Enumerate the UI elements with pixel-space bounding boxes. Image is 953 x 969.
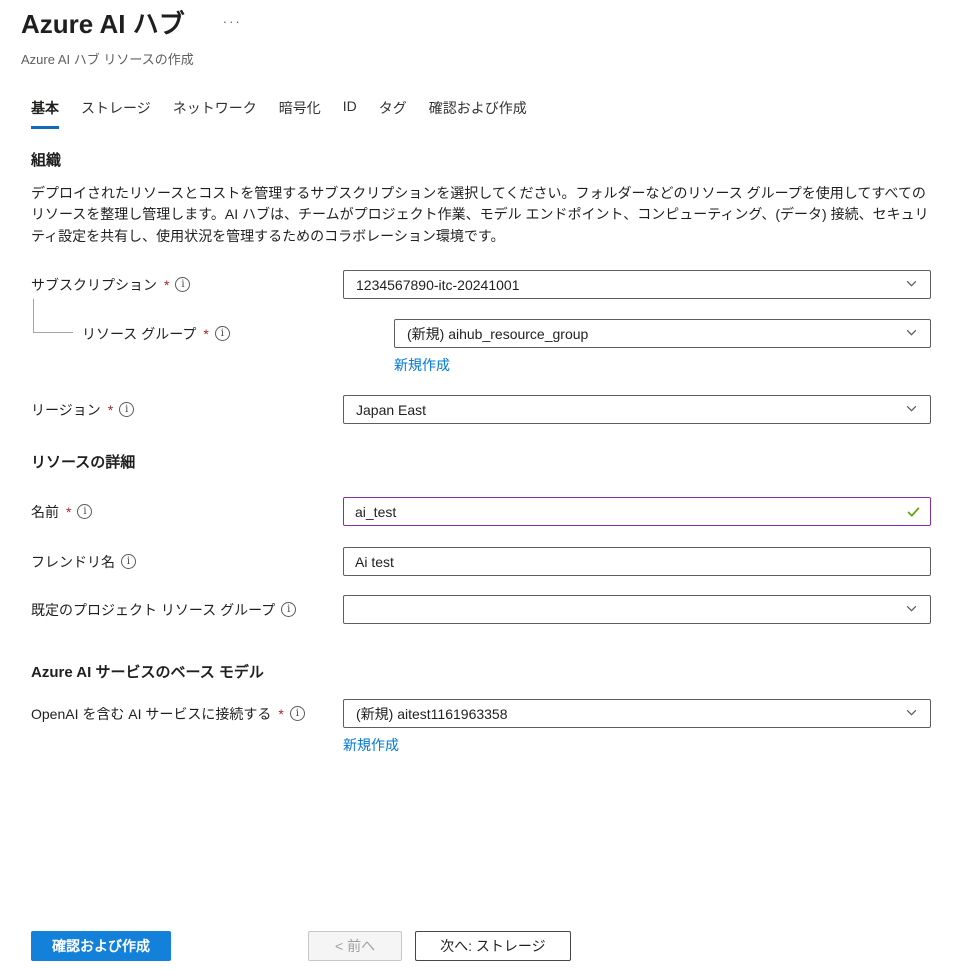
field-row-name: 名前*: [31, 497, 931, 526]
ai-services-value: (新規) aitest1161963358: [356, 704, 508, 724]
field-row-friendly-name: フレンドリ名: [31, 547, 931, 576]
required-mark: *: [108, 402, 113, 418]
subscription-value: 1234567890-itc-20241001: [356, 277, 519, 293]
info-icon[interactable]: [77, 504, 92, 519]
section-heading-organization: 組織: [31, 149, 931, 170]
section-heading-base-model: Azure AI サービスのベース モデル: [31, 661, 931, 682]
wizard-tabs: 基本 ストレージ ネットワーク 暗号化 ID タグ 確認および作成: [31, 98, 931, 129]
field-row-region: リージョン* Japan East: [31, 395, 931, 424]
info-icon[interactable]: [175, 277, 190, 292]
tree-connector-line: [33, 299, 73, 333]
info-icon[interactable]: [290, 706, 305, 721]
required-mark: *: [278, 706, 283, 722]
info-icon[interactable]: [119, 402, 134, 417]
chevron-down-icon: [905, 602, 918, 618]
tab-review-create[interactable]: 確認および作成: [429, 98, 527, 129]
tab-networking[interactable]: ネットワーク: [173, 98, 257, 129]
tab-storage[interactable]: ストレージ: [81, 98, 151, 129]
chevron-down-icon: [905, 326, 918, 342]
info-icon[interactable]: [215, 326, 230, 341]
page-header: Azure AI ハブ ···: [21, 10, 931, 40]
ai-services-create-new-link[interactable]: 新規作成: [343, 735, 399, 755]
tab-identity[interactable]: ID: [343, 98, 357, 129]
field-row-default-project-rg: 既定のプロジェクト リソース グループ: [31, 595, 931, 624]
organization-description: デプロイされたリソースとコストを管理するサブスクリプションを選択してください。フ…: [31, 183, 931, 248]
required-mark: *: [203, 326, 208, 342]
chevron-down-icon: [905, 277, 918, 293]
default-project-rg-label: 既定のプロジェクト リソース グループ: [31, 595, 343, 624]
resource-group-create-new-link[interactable]: 新規作成: [394, 355, 450, 375]
region-select[interactable]: Japan East: [343, 395, 931, 424]
valid-check-icon: [906, 504, 921, 522]
resource-group-select[interactable]: (新規) aihub_resource_group: [394, 319, 931, 348]
resource-group-label: リソース グループ*: [82, 319, 394, 348]
region-value: Japan East: [356, 402, 426, 418]
name-input[interactable]: [343, 497, 931, 526]
friendly-name-label: フレンドリ名: [31, 547, 343, 576]
subscription-label: サブスクリプション*: [31, 270, 343, 299]
region-label: リージョン*: [31, 395, 343, 424]
default-project-rg-select[interactable]: [343, 595, 931, 624]
name-label: 名前*: [31, 497, 343, 526]
required-mark: *: [66, 504, 71, 520]
field-row-resource-group: リソース グループ* (新規) aihub_resource_group 新規作…: [31, 319, 931, 375]
tab-basics[interactable]: 基本: [31, 98, 59, 129]
field-row-subscription: サブスクリプション* 1234567890-itc-20241001: [31, 270, 931, 299]
info-icon[interactable]: [121, 554, 136, 569]
required-mark: *: [164, 277, 169, 293]
review-create-button[interactable]: 確認および作成: [31, 931, 171, 961]
more-options-button[interactable]: ···: [223, 14, 242, 29]
tab-encryption[interactable]: 暗号化: [279, 98, 321, 129]
chevron-down-icon: [905, 706, 918, 722]
page-title: Azure AI ハブ: [21, 10, 185, 40]
resource-group-value: (新規) aihub_resource_group: [407, 324, 588, 344]
tab-tags[interactable]: タグ: [379, 98, 407, 129]
subscription-select[interactable]: 1234567890-itc-20241001: [343, 270, 931, 299]
next-storage-button[interactable]: 次へ: ストレージ: [415, 931, 571, 961]
ai-services-select[interactable]: (新規) aitest1161963358: [343, 699, 931, 728]
friendly-name-input[interactable]: [343, 547, 931, 576]
ai-services-label: OpenAI を含む AI サービスに接続する*: [31, 699, 343, 728]
chevron-down-icon: [905, 402, 918, 418]
field-row-ai-services: OpenAI を含む AI サービスに接続する* (新規) aitest1161…: [31, 699, 931, 755]
section-heading-resource-details: リソースの詳細: [31, 451, 931, 472]
page-subtitle: Azure AI ハブ リソースの作成: [21, 49, 931, 68]
info-icon[interactable]: [281, 602, 296, 617]
previous-button[interactable]: < 前へ: [308, 931, 402, 961]
wizard-footer: 確認および作成 < 前へ 次へ: ストレージ: [31, 931, 571, 961]
